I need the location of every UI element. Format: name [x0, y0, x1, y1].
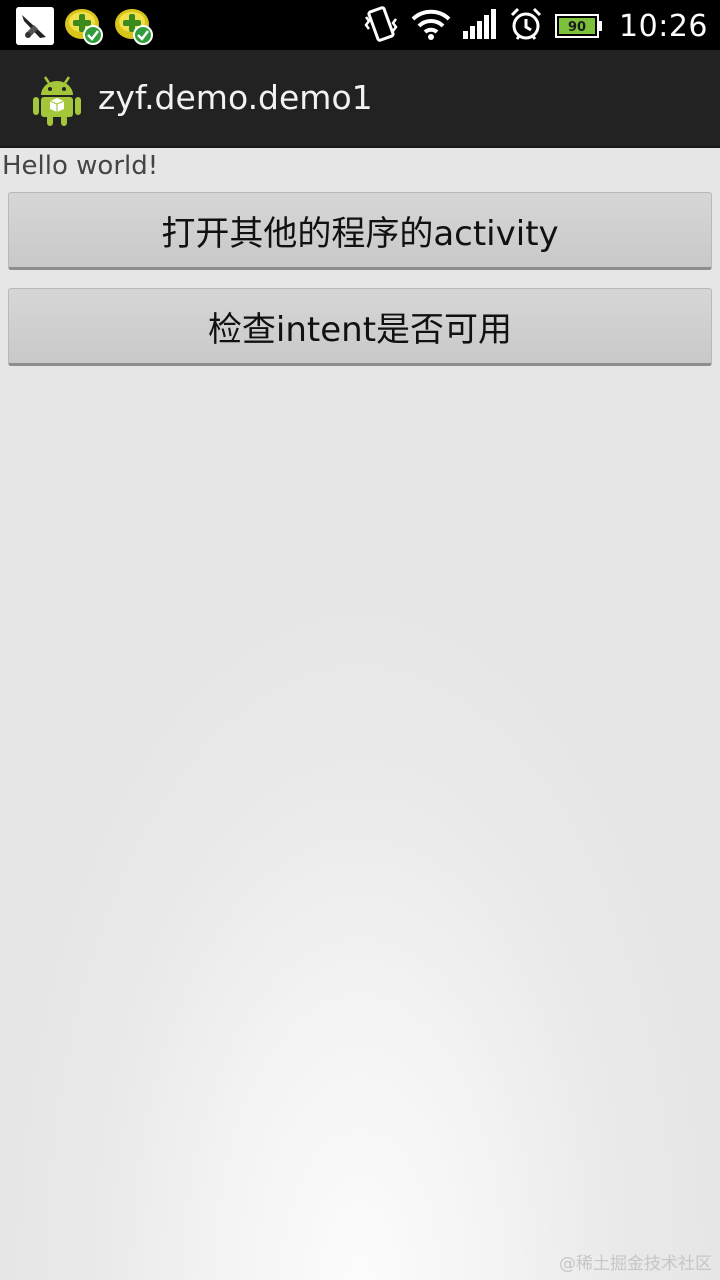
wifi-icon — [411, 7, 451, 45]
notification-icons — [16, 7, 154, 45]
system-icons: 90 10:26 — [363, 6, 708, 46]
android-robot-icon[interactable] — [30, 71, 84, 127]
vibrate-icon — [363, 5, 399, 47]
open-other-activity-button[interactable]: 打开其他的程序的activity — [8, 192, 712, 270]
action-bar: zyf.demo.demo1 — [0, 50, 720, 148]
main-content: Hello world! 打开其他的程序的activity 检查intent是否… — [0, 148, 720, 1280]
check-intent-button[interactable]: 检查intent是否可用 — [8, 288, 712, 366]
signal-icon — [463, 9, 497, 43]
alarm-icon — [509, 6, 543, 46]
game-notification-icon — [114, 7, 154, 45]
app-notification-icon — [16, 7, 54, 45]
app-title: zyf.demo.demo1 — [98, 78, 373, 117]
game-notification-icon — [64, 7, 104, 45]
status-bar: 90 10:26 — [0, 0, 720, 50]
battery-icon: 90 — [555, 14, 603, 38]
clock-time: 10:26 — [619, 8, 708, 44]
hello-text: Hello world! — [2, 151, 159, 181]
battery-level-text: 90 — [568, 20, 586, 35]
watermark: @稀土掘金技术社区 — [559, 1254, 712, 1274]
